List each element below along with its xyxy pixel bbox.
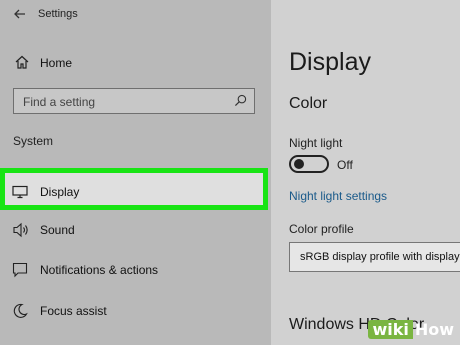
watermark-part-wiki: wiki bbox=[368, 320, 413, 339]
moon-icon bbox=[12, 303, 28, 324]
home-icon bbox=[14, 54, 30, 75]
color-profile-dropdown[interactable]: sRGB display profile with display bbox=[289, 242, 460, 272]
night-light-state: Off bbox=[337, 158, 353, 172]
color-heading: Color bbox=[289, 95, 328, 112]
night-light-settings-link[interactable]: Night light settings bbox=[289, 189, 387, 203]
sidebar-item-label: Home bbox=[40, 56, 73, 70]
search-input[interactable]: Find a setting bbox=[13, 88, 255, 114]
main-content: Display Color Night light Off Night ligh… bbox=[271, 0, 460, 345]
wikihow-watermark: wiki How bbox=[368, 319, 456, 341]
watermark-part-how: How bbox=[414, 320, 454, 339]
notification-icon bbox=[12, 262, 28, 283]
night-light-toggle[interactable] bbox=[289, 155, 329, 173]
color-profile-value: sRGB display profile with display bbox=[300, 251, 460, 263]
title-bar: Settings bbox=[0, 0, 271, 30]
monitor-icon bbox=[12, 185, 28, 204]
speaker-icon bbox=[12, 222, 30, 243]
search-placeholder: Find a setting bbox=[23, 95, 96, 109]
sidebar-item-home[interactable]: Home bbox=[0, 49, 271, 75]
color-profile-label: Color profile bbox=[289, 222, 354, 236]
page-title: Display bbox=[289, 48, 371, 76]
sidebar-item-display[interactable]: Display bbox=[0, 168, 268, 210]
back-arrow-icon[interactable] bbox=[12, 6, 28, 22]
section-title: System bbox=[13, 134, 54, 148]
sidebar-item-focus-assist[interactable]: Focus assist bbox=[0, 297, 271, 325]
sidebar-item-notifications[interactable]: Notifications & actions bbox=[0, 256, 271, 284]
sidebar-item-label: Display bbox=[40, 185, 80, 199]
sidebar-item-label: Notifications & actions bbox=[40, 263, 159, 277]
sidebar-item-label: Sound bbox=[40, 223, 75, 237]
window-title: Settings bbox=[38, 8, 78, 20]
sidebar-item-sound[interactable]: Sound bbox=[0, 216, 271, 244]
search-icon bbox=[234, 94, 247, 112]
night-light-label: Night light bbox=[289, 136, 343, 150]
sidebar-item-label: Focus assist bbox=[40, 304, 107, 318]
sidebar: Settings Home Find a setting System Disp… bbox=[0, 0, 271, 345]
toggle-knob bbox=[294, 159, 304, 169]
